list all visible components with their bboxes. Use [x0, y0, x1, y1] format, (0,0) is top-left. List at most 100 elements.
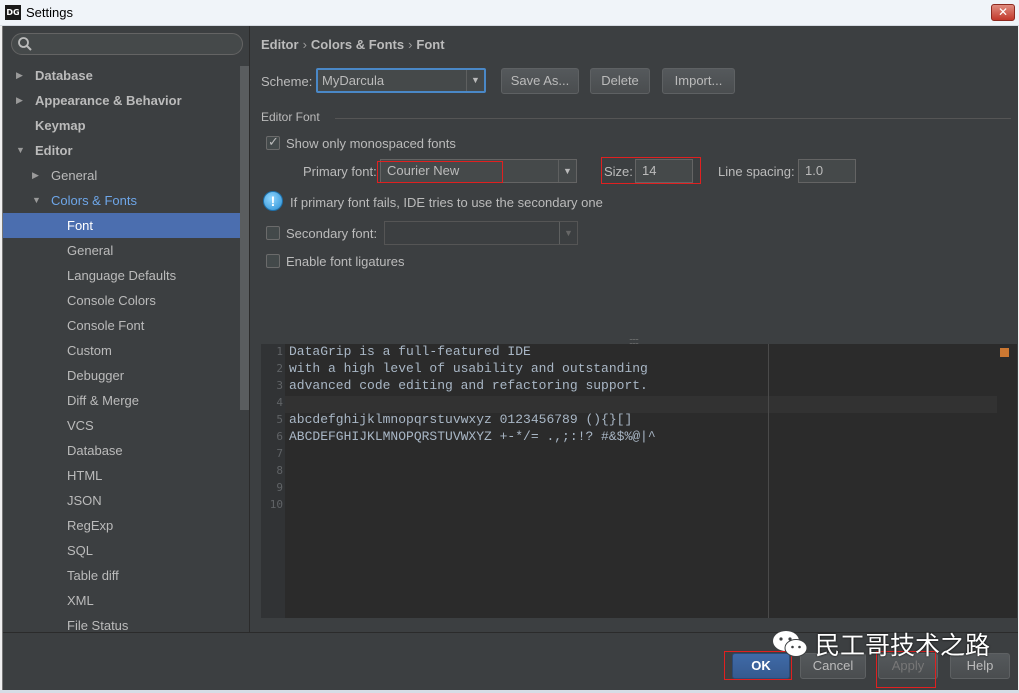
sidebar-item-label: RegExp	[67, 518, 114, 533]
datagrip-app-icon: DG	[5, 5, 21, 20]
settings-tree: ▶ Database ▶ Appearance & Behavior Keymap ▼ Ed…	[3, 63, 240, 632]
settings-content: Editor › Colors & Fonts › Font Scheme: MyDar…	[251, 26, 1018, 632]
sidebar-item-database[interactable]: ▶ Database	[3, 63, 240, 88]
delete-button[interactable]: Delete	[590, 68, 650, 94]
sidebar-item-label: Database	[67, 443, 123, 458]
sidebar-item-debugger[interactable]: Debugger	[3, 363, 240, 388]
sidebar-item-regexp[interactable]: RegExp	[3, 513, 240, 538]
sidebar-item-label: Diff & Merge	[67, 393, 140, 408]
sidebar-item-general[interactable]: ▶ General	[3, 163, 240, 188]
sidebar-item-diff-merge[interactable]: Diff & Merge	[3, 388, 240, 413]
line-number: 4	[276, 396, 283, 409]
secondary-font-select[interactable]: ▼	[384, 221, 578, 245]
chevron-down-icon: ▼	[558, 160, 576, 182]
sidebar-item-label: Editor	[35, 143, 73, 158]
sidebar-item-label: General	[67, 243, 114, 258]
title-bar: DG Settings ✕	[0, 0, 1019, 26]
sidebar-item-editor[interactable]: ▼ Editor	[3, 138, 240, 163]
close-button[interactable]: ✕	[991, 4, 1015, 21]
breadcrumb-colors-fonts: Colors & Fonts	[310, 37, 405, 52]
secondary-font-label: Secondary font:	[286, 226, 378, 241]
size-value: 14	[642, 163, 657, 178]
sidebar-item-general[interactable]: General	[3, 238, 240, 263]
watermark-text: 民工哥技术之路	[815, 631, 991, 660]
sidebar-item-custom[interactable]: Custom	[3, 338, 240, 363]
sidebar-item-keymap[interactable]: Keymap	[3, 113, 240, 138]
sidebar-item-label: File Status	[67, 618, 129, 632]
collapsed-arrow-icon[interactable]: ▶	[16, 88, 26, 113]
line-spacing-input[interactable]: 1.0	[798, 159, 856, 183]
collapsed-arrow-icon[interactable]: ▶	[32, 163, 42, 188]
line-spacing-value: 1.0	[805, 163, 824, 178]
breadcrumb: Editor › Colors & Fonts › Font	[261, 37, 445, 52]
code-line: ABCDEFGHIJKLMNOPQRSTUVWXYZ +-*/= .,;:!? …	[289, 429, 656, 444]
line-number: 3	[276, 379, 283, 392]
breadcrumb-separator: ›	[408, 37, 413, 52]
line-number-gutter: 1 2 3 4 5 6 7 8 9 10	[261, 344, 285, 618]
sidebar-item-label: Console Font	[67, 318, 145, 333]
font-preview-editor[interactable]: 1 2 3 4 5 6 7 8 9 10 DataGrip is a full-featured …	[261, 344, 1017, 618]
sidebar-item-file-status[interactable]: File Status	[3, 613, 240, 632]
breadcrumb-separator: ›	[302, 37, 307, 52]
chevron-down-icon: ▼	[559, 222, 577, 244]
sidebar-scrollbar[interactable]	[240, 66, 249, 410]
sidebar-item-label: Database	[35, 68, 93, 83]
sidebar-item-label: Font	[67, 218, 94, 233]
code-line: with a high level of usability and outst…	[289, 361, 648, 376]
info-icon: !	[263, 191, 283, 211]
code-line: abcdefghijklmnopqrstuvwxyz 0123456789 ()…	[289, 412, 633, 427]
watermark: 民工哥技术之路	[771, 624, 990, 664]
search-input[interactable]	[36, 36, 236, 52]
sidebar-item-html[interactable]: HTML	[3, 463, 240, 488]
line-number: 1	[276, 345, 283, 358]
sidebar-item-sql[interactable]: SQL	[3, 538, 240, 563]
settings-sidebar: ▶ Database ▶ Appearance & Behavior Keymap ▼ Ed…	[3, 26, 250, 632]
sidebar-item-label: VCS	[67, 418, 94, 433]
error-stripe-marker[interactable]	[1000, 348, 1009, 357]
sidebar-item-console-font[interactable]: Console Font	[3, 313, 240, 338]
sidebar-item-label: General	[51, 168, 98, 183]
expanded-arrow-icon[interactable]: ▼	[32, 188, 42, 213]
secondary-font-checkbox[interactable]	[266, 226, 280, 240]
sidebar-item-language-defaults[interactable]: Language Defaults	[3, 263, 240, 288]
scheme-label: Scheme:	[261, 74, 313, 89]
sidebar-item-database[interactable]: Database	[3, 438, 240, 463]
size-label: Size:	[604, 164, 633, 179]
ligatures-checkbox[interactable]	[266, 254, 280, 268]
scheme-select[interactable]: MyDarcula ▼	[316, 68, 486, 93]
show-monospaced-checkbox[interactable]	[266, 134, 280, 150]
caret-row-highlight	[285, 396, 997, 413]
section-divider	[335, 118, 1011, 119]
window-title: Settings	[26, 5, 73, 20]
line-spacing-label: Line spacing:	[718, 164, 795, 179]
sidebar-item-json[interactable]: JSON	[3, 488, 240, 513]
sidebar-item-appearance-behavior[interactable]: ▶ Appearance & Behavior	[3, 88, 240, 113]
chevron-down-icon: ▼	[466, 70, 484, 91]
sidebar-item-console-colors[interactable]: Console Colors	[3, 288, 240, 313]
search-icon	[18, 37, 32, 51]
scheme-value: MyDarcula	[322, 73, 385, 88]
primary-font-label: Primary font:	[303, 164, 377, 179]
line-number: 6	[276, 430, 283, 443]
sidebar-item-label: Language Defaults	[67, 268, 177, 283]
code-line: DataGrip is a full-featured IDE	[289, 344, 531, 359]
line-number: 5	[276, 413, 283, 426]
sidebar-item-vcs[interactable]: VCS	[3, 413, 240, 438]
sidebar-item-font[interactable]: Font	[3, 213, 240, 238]
save-as-button[interactable]: Save As...	[501, 68, 579, 94]
import-button[interactable]: Import...	[662, 68, 735, 94]
sidebar-item-colors-fonts[interactable]: ▼ Colors & Fonts	[3, 188, 240, 213]
primary-font-select[interactable]: Courier New ▼	[380, 159, 577, 183]
sidebar-item-label: XML	[67, 593, 94, 608]
breadcrumb-editor: Editor	[261, 37, 299, 52]
sidebar-item-xml[interactable]: XML	[3, 588, 240, 613]
size-input[interactable]: 14	[635, 159, 693, 183]
line-number: 2	[276, 362, 283, 375]
search-field[interactable]	[11, 33, 243, 55]
expanded-arrow-icon[interactable]: ▼	[16, 138, 26, 163]
sidebar-item-label: Keymap	[35, 118, 86, 133]
line-number: 10	[269, 498, 283, 511]
collapsed-arrow-icon[interactable]: ▶	[16, 63, 26, 88]
breadcrumb-font: Font	[416, 37, 445, 52]
sidebar-item-table-diff[interactable]: Table diff	[3, 563, 240, 588]
